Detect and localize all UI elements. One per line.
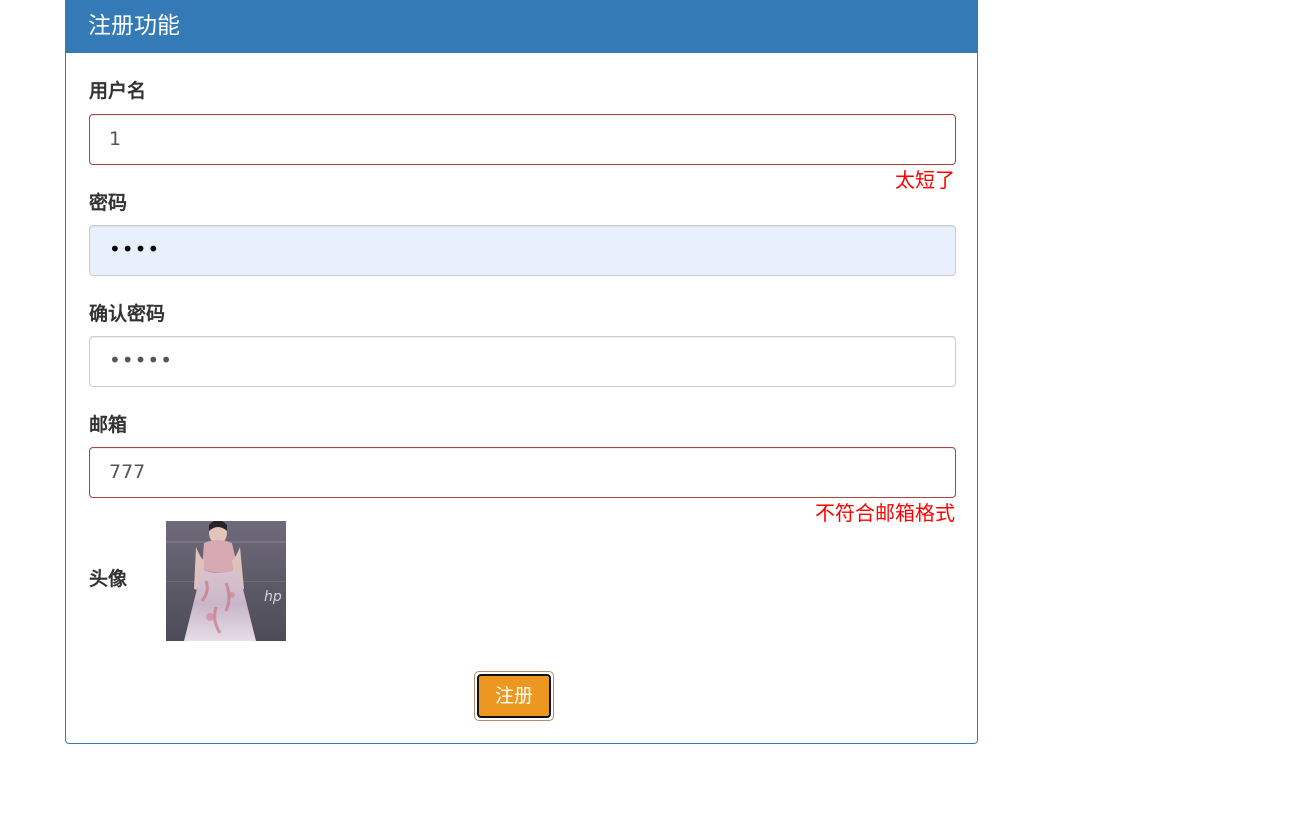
register-panel: 注册功能 用户名 1 太短了 密码 •••• 确认密码 ••••• 邮箱 777… xyxy=(65,0,978,744)
username-error: 太短了 xyxy=(895,168,955,192)
panel-title: 注册功能 xyxy=(88,13,180,39)
email-error: 不符合邮箱格式 xyxy=(815,501,955,525)
email-input[interactable]: 777 xyxy=(89,447,956,498)
panel-heading: 注册功能 xyxy=(66,0,977,53)
submit-focus-ring: 注册 xyxy=(474,671,554,721)
register-button[interactable]: 注册 xyxy=(477,674,551,718)
password-value: •••• xyxy=(109,237,161,261)
username-value: 1 xyxy=(109,128,122,150)
username-input[interactable]: 1 xyxy=(89,114,956,165)
confirm-password-label: 确认密码 xyxy=(89,303,166,325)
avatar-image[interactable]: hp xyxy=(166,521,286,641)
email-value: 777 xyxy=(109,461,146,483)
avatar-label: 头像 xyxy=(89,568,128,590)
confirm-password-input[interactable]: ••••• xyxy=(89,336,956,387)
confirm-password-value: ••••• xyxy=(109,348,173,372)
username-label: 用户名 xyxy=(89,80,147,102)
password-input[interactable]: •••• xyxy=(89,225,956,276)
avatar-photo-icon: hp xyxy=(166,521,286,641)
svg-text:hp: hp xyxy=(264,589,282,605)
password-label: 密码 xyxy=(89,192,128,214)
email-label: 邮箱 xyxy=(89,414,128,436)
